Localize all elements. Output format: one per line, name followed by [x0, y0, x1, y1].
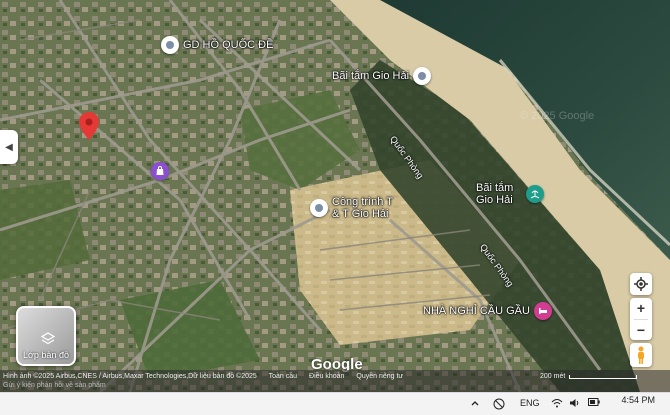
map-watermark: © 2025 Google: [520, 110, 595, 122]
place-marker-cong-trinh[interactable]: Công trình T & T Gio Hải: [310, 196, 400, 220]
battery-icon[interactable]: [588, 398, 600, 406]
wifi-icon[interactable]: [551, 398, 563, 408]
windows-taskbar: ENG 4:54 PM: [0, 392, 670, 415]
map-layers-button[interactable]: Lớp bản đồ: [16, 306, 76, 366]
place-marker-nha-nghi[interactable]: NHÀ NGHỈ CẦU GẦU: [423, 302, 552, 320]
place-pin-icon: [310, 199, 328, 217]
red-location-pin-icon[interactable]: [79, 112, 99, 140]
pegman-icon: [638, 346, 644, 364]
street-view-pegman-button[interactable]: [630, 343, 652, 367]
taskbar-clock[interactable]: 4:54 PM: [621, 395, 655, 405]
place-label: Bãi tắm Gio Hải: [476, 182, 514, 206]
footer-link-global[interactable]: Toàn cầu: [269, 373, 297, 380]
my-location-button[interactable]: [630, 273, 652, 295]
no-network-icon[interactable]: [493, 398, 505, 410]
place-marker-bai-tam-gio-hai[interactable]: Bãi tắm Gio Hải: [332, 67, 432, 85]
zoom-controls: + −: [630, 298, 652, 340]
shopping-pin-icon[interactable]: [151, 162, 169, 180]
chevron-left-icon: ◀: [5, 141, 13, 153]
scale-bar[interactable]: 200 mét: [540, 373, 638, 380]
map-layers-label: Lớp bản đồ: [23, 350, 69, 360]
feedback-link[interactable]: Gửi ý kiến phản hồi về sản phẩm: [3, 382, 106, 389]
beach-pin-icon: [526, 185, 544, 203]
zoom-out-button[interactable]: −: [630, 320, 652, 341]
place-label: Bãi tắm Gio Hải: [332, 70, 410, 82]
imagery-credits: Hình ảnh ©2025 Airbus,CNES / Airbus,Maxa…: [3, 373, 257, 380]
place-marker-gd-ho-quoc-de[interactable]: GD HỒ QUỐC ĐỀ: [161, 36, 273, 54]
place-label: Công trình T & T Gio Hải: [332, 196, 393, 220]
speaker-icon[interactable]: [569, 398, 581, 408]
chevron-up-icon[interactable]: [470, 398, 480, 408]
my-location-icon: [634, 277, 648, 291]
place-pin-icon: [161, 36, 179, 54]
footer-link-privacy[interactable]: Quyền riêng tư: [356, 373, 403, 380]
place-marker-beach[interactable]: Bãi tắm Gio Hải: [476, 182, 544, 206]
layers-icon: [41, 332, 55, 345]
zoom-in-button[interactable]: +: [630, 298, 652, 319]
map-footer: Hình ảnh ©2025 Airbus,CNES / Airbus,Maxa…: [0, 370, 670, 392]
place-pin-icon: [413, 67, 432, 85]
collapse-panel-button[interactable]: ◀: [0, 130, 18, 164]
place-label: GD HỒ QUỐC ĐỀ: [183, 39, 274, 51]
place-label: NHÀ NGHỈ CẦU GẦU: [423, 305, 530, 317]
hotel-pin-icon: [533, 302, 552, 320]
input-language[interactable]: ENG: [520, 398, 540, 408]
scale-label: 200 mét: [540, 373, 566, 380]
scale-line: [569, 374, 638, 379]
satellite-map[interactable]: GD HỒ QUỐC ĐỀ Bãi tắm Gio Hải Công trình…: [0, 0, 670, 392]
footer-link-terms[interactable]: Điều khoản: [309, 373, 344, 380]
